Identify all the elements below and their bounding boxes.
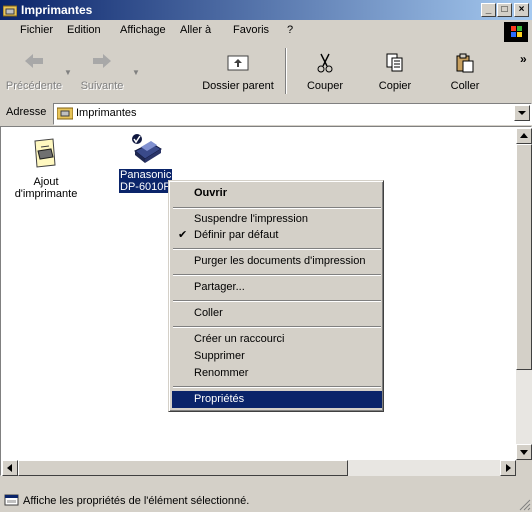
back-button[interactable]: Précédente bbox=[4, 46, 64, 96]
arrow-left-icon bbox=[7, 464, 12, 472]
paste-button[interactable]: Coller bbox=[430, 46, 500, 96]
vertical-scroll-thumb[interactable] bbox=[516, 144, 532, 370]
menu-separator bbox=[173, 248, 381, 250]
context-menu: Ouvrir Suspendre l'impression ✔ Définir … bbox=[168, 180, 384, 412]
scissors-icon bbox=[317, 53, 333, 73]
window-title: Imprimantes bbox=[21, 3, 93, 17]
printer-name-line1: Panasonic bbox=[120, 169, 172, 181]
renommer-label: Renommer bbox=[194, 367, 249, 379]
address-label: Adresse bbox=[6, 106, 47, 118]
status-panel: Affiche les propriétés de l'élément séle… bbox=[2, 494, 530, 510]
arrow-right-icon bbox=[506, 464, 511, 472]
menu-item-suspendre[interactable]: Suspendre l'impression bbox=[172, 211, 382, 228]
menu-item-ouvrir[interactable]: Ouvrir bbox=[172, 185, 382, 202]
proprietes-label: Propriétés bbox=[194, 393, 245, 405]
scroll-down-button[interactable] bbox=[516, 444, 532, 460]
horizontal-scrollbar[interactable] bbox=[2, 460, 516, 476]
menu-item-supprimer[interactable]: Supprimer bbox=[172, 348, 382, 365]
menu-help[interactable]: ? bbox=[287, 24, 293, 36]
menu-item-renommer[interactable]: Renommer bbox=[172, 365, 382, 382]
printers-folder-icon bbox=[3, 5, 17, 17]
properties-icon bbox=[4, 494, 19, 506]
copy-button[interactable]: Copier bbox=[360, 46, 430, 96]
menu-separator bbox=[173, 300, 381, 302]
scroll-left-button[interactable] bbox=[2, 460, 18, 476]
scroll-right-button[interactable] bbox=[500, 460, 516, 476]
address-value: Imprimantes bbox=[76, 107, 137, 119]
resize-grip-icon[interactable] bbox=[519, 499, 531, 511]
forward-button[interactable]: Suivante bbox=[72, 46, 132, 96]
menu-item-partager[interactable]: Partager... bbox=[172, 279, 382, 296]
status-text: Affiche les propriétés de l'élément séle… bbox=[23, 495, 250, 507]
toolbar-overflow-chevron[interactable]: » bbox=[520, 52, 527, 66]
paste-icon bbox=[456, 53, 474, 73]
creer-raccourci-label: Créer un raccourci bbox=[194, 333, 285, 345]
printer-icon bbox=[132, 134, 162, 163]
purger-label: Purger les documents d'impression bbox=[194, 255, 366, 267]
forward-arrow-icon bbox=[93, 54, 111, 68]
back-arrow-icon bbox=[25, 54, 43, 68]
ouvrir-label: Ouvrir bbox=[194, 187, 228, 199]
parent-folder-button[interactable]: Dossier parent bbox=[196, 46, 280, 96]
scroll-up-button[interactable] bbox=[516, 128, 532, 144]
back-dropdown[interactable]: ▼ bbox=[62, 46, 72, 96]
checkmark-icon: ✔ bbox=[178, 229, 188, 241]
menu-item-creer-raccourci[interactable]: Créer un raccourci bbox=[172, 331, 382, 348]
parent-folder-label: Dossier parent bbox=[202, 80, 274, 92]
menu-item-definir-defaut[interactable]: ✔ Définir par défaut bbox=[172, 227, 382, 244]
maximize-button[interactable]: □ bbox=[497, 3, 512, 17]
add-printer-label: Ajout d'imprimante bbox=[14, 176, 78, 200]
vertical-scrollbar[interactable] bbox=[516, 128, 532, 460]
menu-separator bbox=[173, 386, 381, 388]
paste-label: Coller bbox=[450, 80, 480, 92]
menu-affichage[interactable]: Affichage bbox=[120, 24, 166, 36]
printer-name-line2: DP-6010P bbox=[120, 181, 171, 193]
cut-button[interactable]: Couper bbox=[290, 46, 360, 96]
address-dropdown-button[interactable] bbox=[514, 105, 530, 121]
partager-label: Partager... bbox=[194, 281, 245, 293]
menu-aller-a[interactable]: Aller à bbox=[180, 24, 211, 36]
menu-item-proprietes[interactable]: Propriétés bbox=[172, 391, 382, 408]
windows-logo-icon bbox=[504, 22, 528, 42]
menu-item-coller[interactable]: Coller bbox=[172, 305, 382, 322]
add-printer-item[interactable]: Ajout d'imprimante bbox=[7, 133, 85, 200]
address-bar: Adresse Imprimantes bbox=[0, 102, 532, 125]
menu-favoris[interactable]: Favoris bbox=[233, 24, 269, 36]
arrow-up-icon bbox=[520, 133, 528, 138]
menu-fichier[interactable]: Fichier bbox=[20, 24, 53, 36]
horizontal-scroll-thumb[interactable] bbox=[18, 460, 348, 476]
definir-label: Définir par défaut bbox=[194, 229, 279, 241]
close-button[interactable]: × bbox=[514, 3, 529, 17]
toolbar: Précédente ▼ Suivante ▼ Dossier parent C… bbox=[0, 44, 532, 100]
chevron-down-icon bbox=[518, 111, 526, 115]
suspendre-label: Suspendre l'impression bbox=[194, 213, 308, 225]
coller-label: Coller bbox=[194, 307, 223, 319]
menu-separator bbox=[173, 326, 381, 328]
status-bar: Affiche les propriétés de l'élément séle… bbox=[0, 478, 532, 512]
copy-label: Copier bbox=[378, 80, 412, 92]
scroll-corner bbox=[516, 460, 532, 476]
printers-folder-icon bbox=[57, 107, 73, 120]
minimize-button[interactable]: _ bbox=[481, 3, 496, 17]
menu-edition[interactable]: Edition bbox=[67, 24, 101, 36]
add-printer-icon bbox=[34, 138, 56, 168]
forward-label: Suivante bbox=[80, 80, 124, 92]
menu-bar: Fichier Edition Affichage Aller à Favori… bbox=[0, 21, 532, 43]
cut-label: Couper bbox=[306, 80, 344, 92]
address-field[interactable]: Imprimantes bbox=[53, 103, 532, 125]
back-label: Précédente bbox=[5, 80, 63, 92]
toolbar-separator bbox=[285, 48, 287, 94]
menu-separator bbox=[173, 274, 381, 276]
copy-icon bbox=[386, 53, 403, 72]
parent-folder-icon bbox=[227, 55, 249, 71]
menu-separator bbox=[173, 207, 381, 209]
menu-item-purger[interactable]: Purger les documents d'impression bbox=[172, 253, 382, 270]
arrow-down-icon bbox=[520, 450, 528, 455]
title-bar[interactable]: Imprimantes _ □ × bbox=[0, 0, 532, 20]
supprimer-label: Supprimer bbox=[194, 350, 245, 362]
forward-dropdown[interactable]: ▼ bbox=[130, 46, 140, 96]
